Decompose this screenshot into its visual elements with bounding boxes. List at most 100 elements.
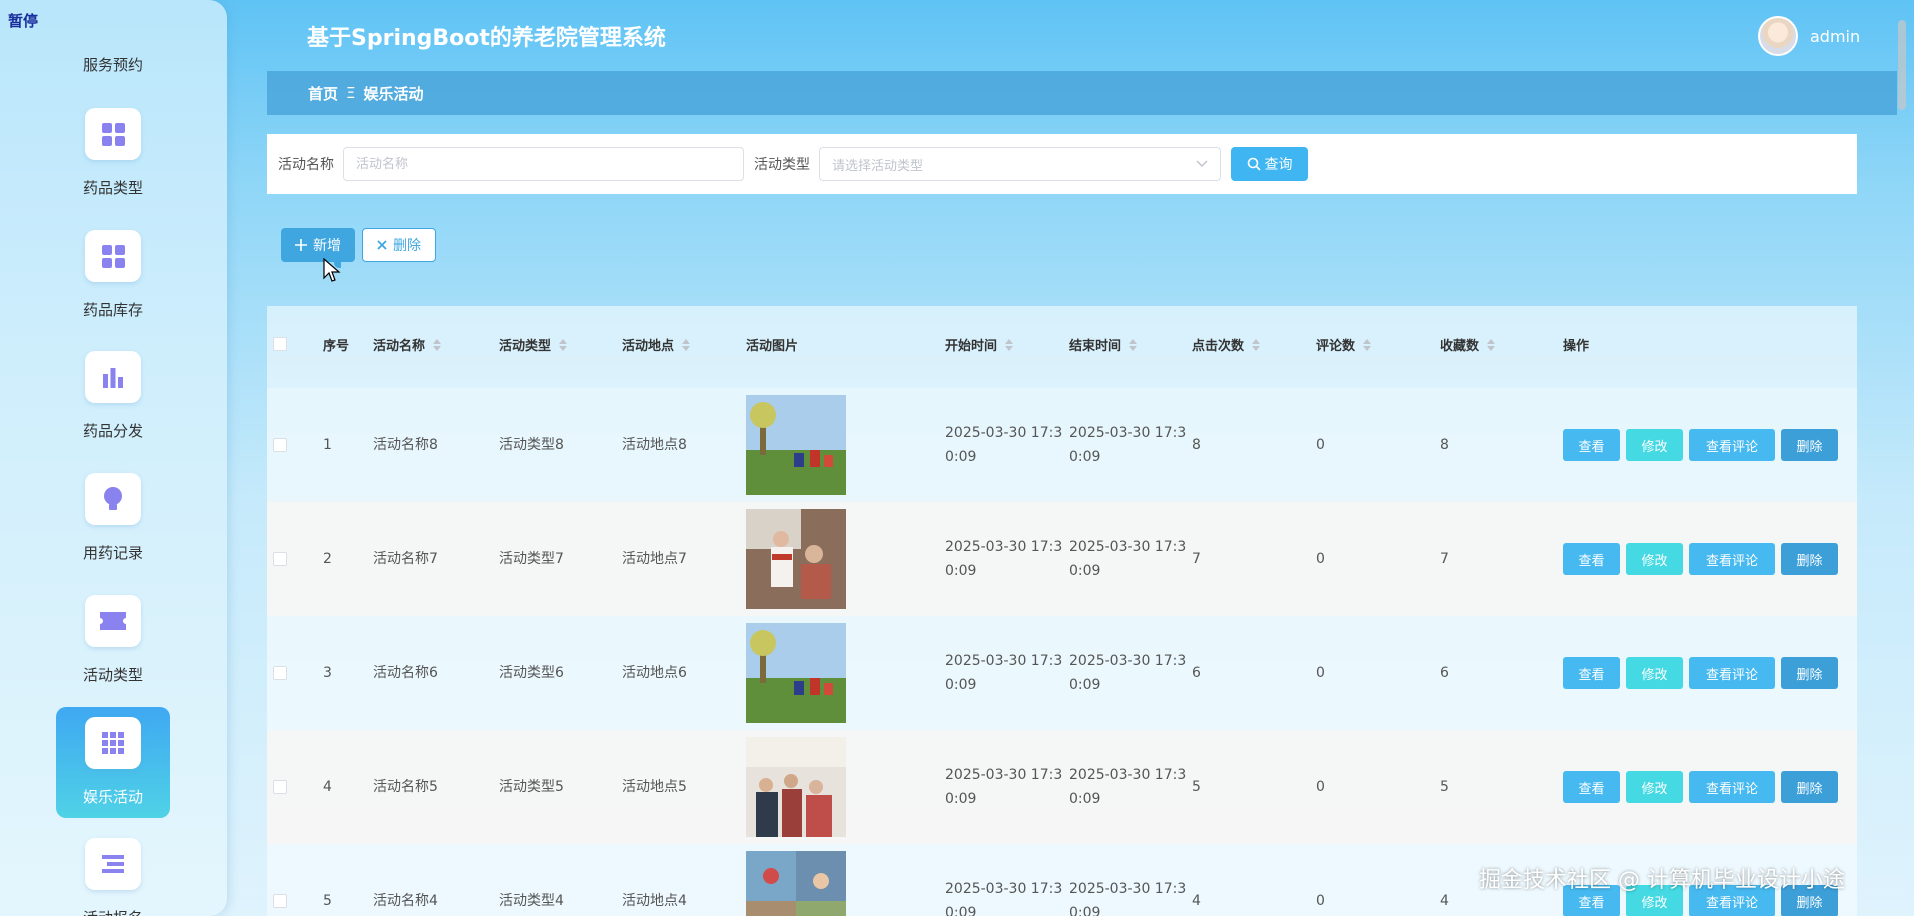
query-button[interactable]: 查询 <box>1231 147 1308 181</box>
table-header: 序号 活动名称 活动类型 活动地点 活动图片 开始时间 结束时间 点击次数 评论… <box>267 306 1857 388</box>
delete-row-button[interactable]: 删除 <box>1781 771 1838 803</box>
edit-button[interactable]: 修改 <box>1626 771 1683 803</box>
scrollbar[interactable] <box>1898 20 1906 110</box>
grid-nine-icon <box>85 717 141 769</box>
sidebar-item-medicine-distribution[interactable]: 药品分发 <box>56 341 170 452</box>
username[interactable]: admin <box>1810 27 1860 46</box>
table-row: 4 活动名称5 活动类型5 活动地点5 2025-03-30 17:3 0:09 2025-… <box>267 730 1857 844</box>
cell-name: 活动名称6 <box>373 665 438 681</box>
view-button[interactable]: 查看 <box>1563 771 1620 803</box>
row-actions: 查看 修改 查看评论 删除 <box>1563 543 1838 575</box>
row-checkbox[interactable] <box>273 780 287 794</box>
header-name[interactable]: 活动名称 <box>373 335 442 354</box>
row-checkbox[interactable] <box>273 666 287 680</box>
cell-name: 活动名称5 <box>373 779 438 795</box>
sidebar-item-label: 药品库存 <box>82 301 143 319</box>
cell-favorites: 4 <box>1440 893 1449 909</box>
header-end-time[interactable]: 结束时间 <box>1069 335 1138 354</box>
cell-location: 活动地点4 <box>622 893 687 909</box>
sidebar-item-medication-record[interactable]: 用药记录 <box>56 463 170 574</box>
sidebar-item-label: 药品类型 <box>82 179 143 197</box>
header-actions: 操作 <box>1563 339 1590 354</box>
header-comments[interactable]: 评论数 <box>1316 335 1372 354</box>
edit-button[interactable]: 修改 <box>1626 429 1683 461</box>
sort-icon <box>682 338 691 351</box>
header-type[interactable]: 活动类型 <box>499 335 568 354</box>
row-checkbox[interactable] <box>273 552 287 566</box>
search-panel: 活动名称 活动类型 请选择活动类型 查询 <box>267 134 1857 194</box>
avatar[interactable] <box>1758 16 1798 56</box>
list-icon <box>85 838 141 890</box>
cell-start-time: 2025-03-30 17:3 0:09 <box>945 653 1063 693</box>
cell-comments: 0 <box>1316 665 1325 681</box>
sort-icon <box>1129 338 1138 351</box>
cell-end-time: 2025-03-30 17:3 0:09 <box>1069 881 1187 916</box>
sidebar-item-medicine-type[interactable]: 药品类型 <box>56 98 170 209</box>
cell-favorites: 5 <box>1440 779 1449 795</box>
sidebar-item-medicine-stock[interactable]: 药品库存 <box>56 220 170 331</box>
activity-type-select[interactable]: 请选择活动类型 <box>819 147 1221 181</box>
sidebar-item-activity-signup[interactable]: 活动报名 <box>56 828 170 916</box>
search-icon <box>1247 157 1261 171</box>
cell-index: 1 <box>323 437 332 453</box>
view-comments-button[interactable]: 查看评论 <box>1689 429 1775 461</box>
close-icon <box>377 240 387 250</box>
add-button[interactable]: 新增 <box>281 228 355 262</box>
cell-type: 活动类型4 <box>499 893 564 909</box>
activity-image[interactable] <box>746 395 846 495</box>
row-actions: 查看 修改 查看评论 删除 <box>1563 657 1838 689</box>
cell-comments: 0 <box>1316 551 1325 567</box>
cell-clicks: 5 <box>1192 779 1201 795</box>
cell-start-time: 2025-03-30 17:3 0:09 <box>945 539 1063 579</box>
breadcrumb-current: 娱乐活动 <box>363 84 424 103</box>
header-clicks[interactable]: 点击次数 <box>1192 335 1261 354</box>
table-row: 2 活动名称7 活动类型7 活动地点7 2025-03-30 17:3 0:09 2025-… <box>267 502 1857 616</box>
breadcrumb: 首页 Ξ 娱乐活动 <box>267 71 1897 115</box>
view-button[interactable]: 查看 <box>1563 429 1620 461</box>
sort-icon <box>433 338 442 351</box>
delete-row-button[interactable]: 删除 <box>1781 543 1838 575</box>
edit-button[interactable]: 修改 <box>1626 543 1683 575</box>
activity-name-input[interactable] <box>343 147 744 181</box>
pause-label: 暂停 <box>8 12 39 30</box>
delete-row-button[interactable]: 删除 <box>1781 429 1838 461</box>
activity-table: 序号 活动名称 活动类型 活动地点 活动图片 开始时间 结束时间 点击次数 评论… <box>267 306 1857 916</box>
row-checkbox[interactable] <box>273 438 287 452</box>
cell-type: 活动类型5 <box>499 779 564 795</box>
grid-icon <box>85 108 141 160</box>
breadcrumb-separator: Ξ <box>346 84 356 102</box>
view-comments-button[interactable]: 查看评论 <box>1689 657 1775 689</box>
sidebar-item-entertainment[interactable]: 娱乐活动 <box>56 707 170 818</box>
activity-image[interactable] <box>746 623 846 723</box>
view-button[interactable]: 查看 <box>1563 657 1620 689</box>
activity-image[interactable] <box>746 851 846 916</box>
view-comments-button[interactable]: 查看评论 <box>1689 771 1775 803</box>
cell-end-time: 2025-03-30 17:3 0:09 <box>1069 767 1187 807</box>
sidebar-item-activity-type[interactable]: 活动类型 <box>56 585 170 696</box>
row-checkbox[interactable] <box>273 894 287 908</box>
breadcrumb-home[interactable]: 首页 <box>308 83 338 104</box>
activity-image[interactable] <box>746 737 846 837</box>
view-button[interactable]: 查看 <box>1563 543 1620 575</box>
cell-location: 活动地点6 <box>622 665 687 681</box>
sidebar-item-service-booking[interactable]: 服务预约 <box>56 54 170 75</box>
view-comments-button[interactable]: 查看评论 <box>1689 543 1775 575</box>
header-start-time[interactable]: 开始时间 <box>945 335 1014 354</box>
sidebar-item-label: 药品分发 <box>82 422 143 440</box>
select-all-checkbox[interactable] <box>273 337 287 351</box>
cell-start-time: 2025-03-30 17:3 0:09 <box>945 767 1063 807</box>
activity-image[interactable] <box>746 509 846 609</box>
delete-button-label: 删除 <box>393 238 421 254</box>
user-menu[interactable]: admin <box>1758 16 1860 56</box>
header-favorites[interactable]: 收藏数 <box>1440 335 1496 354</box>
cell-end-time: 2025-03-30 17:3 0:09 <box>1069 653 1187 693</box>
edit-button[interactable]: 修改 <box>1626 657 1683 689</box>
delete-row-button[interactable]: 删除 <box>1781 657 1838 689</box>
cell-index: 3 <box>323 665 332 681</box>
header-image: 活动图片 <box>746 339 799 354</box>
delete-button[interactable]: 删除 <box>362 228 436 262</box>
cell-favorites: 7 <box>1440 551 1449 567</box>
watermark: 掘金技术社区 @ 计算机毕业设计小途 <box>1479 868 1845 893</box>
activity-type-placeholder: 请选择活动类型 <box>832 158 924 174</box>
header-location[interactable]: 活动地点 <box>622 335 691 354</box>
